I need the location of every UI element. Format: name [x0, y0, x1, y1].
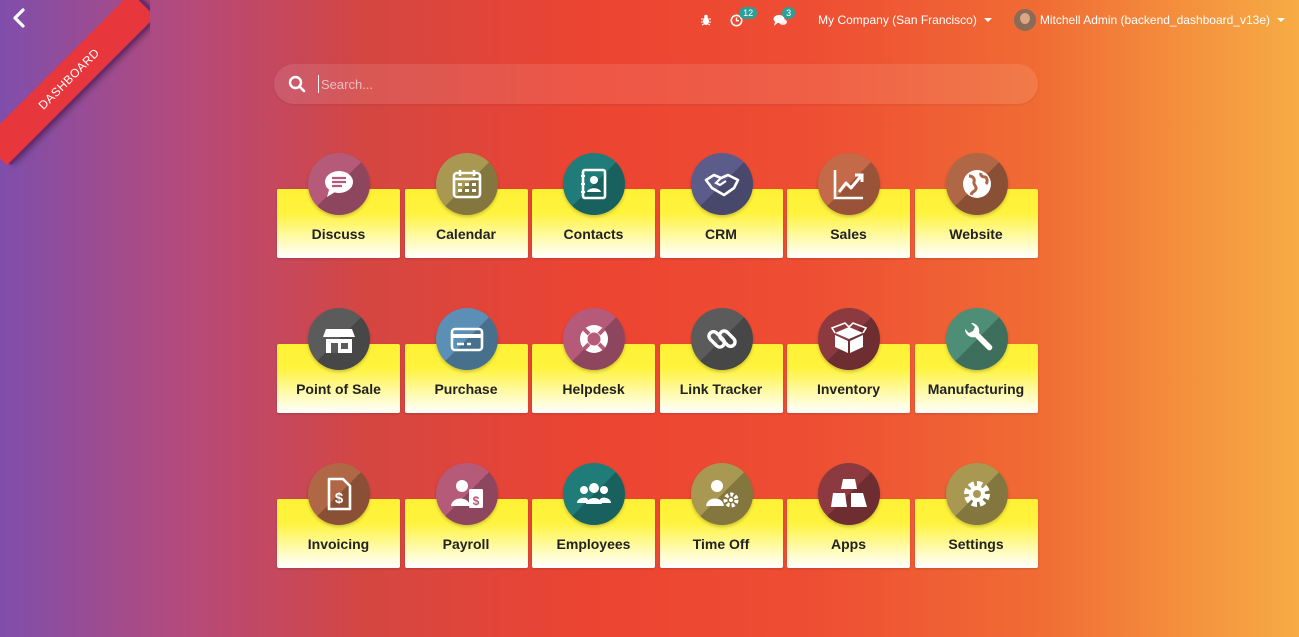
- app-tile-helpdesk[interactable]: Helpdesk: [532, 308, 655, 413]
- app-tile-payroll[interactable]: $ Payroll: [404, 463, 528, 568]
- app-label: Sales: [830, 226, 867, 242]
- search-input[interactable]: [318, 75, 1038, 93]
- search-bar: [274, 64, 1038, 104]
- store-icon: [308, 308, 370, 370]
- user-gear-icon: [690, 463, 753, 525]
- svg-text:$: $: [472, 494, 479, 508]
- messages-count-badge: 3: [782, 6, 796, 19]
- top-navbar: 12 3 My Company (San Francisco) Mitchell…: [682, 6, 1285, 32]
- app-tile-inventory[interactable]: Inventory: [787, 308, 910, 413]
- box-icon: [818, 308, 880, 370]
- app-tile-time-off[interactable]: Time Off: [659, 463, 783, 568]
- lifebuoy-icon: [563, 308, 625, 370]
- chart-line-icon: [818, 153, 880, 215]
- app-tile-website[interactable]: Website: [914, 153, 1038, 258]
- payroll-icon: $: [435, 463, 498, 525]
- app-label: Purchase: [434, 381, 498, 397]
- caret-down-icon: [983, 18, 992, 22]
- app-label: Invoicing: [307, 536, 370, 552]
- app-label: Manufacturing: [927, 381, 1025, 397]
- calendar-icon: [435, 153, 498, 215]
- app-label: CRM: [705, 226, 737, 242]
- app-tile-sales[interactable]: Sales: [787, 153, 910, 258]
- app-tile-apps[interactable]: Apps: [787, 463, 910, 568]
- app-label: Website: [949, 226, 1003, 242]
- messaging-menu[interactable]: 3: [773, 6, 796, 27]
- app-label: Discuss: [311, 226, 366, 242]
- chat-icon: [308, 153, 370, 215]
- app-label: Calendar: [436, 226, 496, 242]
- app-tile-crm[interactable]: CRM: [659, 153, 783, 258]
- app-tile-purchase[interactable]: Purchase: [404, 308, 528, 413]
- app-label: Time Off: [692, 536, 750, 552]
- back-arrow-icon[interactable]: [12, 8, 30, 30]
- apps-row: Discuss Calendar Contacts CRM Sales Website: [277, 153, 1039, 308]
- wrench-icon: [945, 308, 1008, 370]
- invoice-icon: $: [308, 463, 370, 525]
- company-switcher[interactable]: My Company (San Francisco): [818, 13, 992, 27]
- app-tile-discuss[interactable]: Discuss: [277, 153, 400, 258]
- avatar: [1013, 9, 1036, 31]
- activity-count-badge: 12: [739, 6, 758, 19]
- app-tile-manufacturing[interactable]: Manufacturing: [914, 308, 1038, 413]
- app-tile-link-tracker[interactable]: Link Tracker: [659, 308, 783, 413]
- app-label: Settings: [948, 536, 1004, 552]
- app-label: Inventory: [816, 381, 880, 397]
- caret-down-icon: [1277, 18, 1285, 22]
- app-tile-contacts[interactable]: Contacts: [532, 153, 655, 258]
- app-label: Apps: [831, 536, 866, 552]
- activity-menu[interactable]: 12: [730, 6, 758, 27]
- app-label: Employees: [556, 536, 631, 552]
- apps-row: Point of Sale Purchase Helpdesk Link Tracke…: [277, 308, 1039, 463]
- app-label: Contacts: [563, 226, 624, 242]
- handshake-icon: [690, 153, 753, 215]
- app-label: Link Tracker: [679, 381, 763, 397]
- app-tile-settings[interactable]: Settings: [914, 463, 1038, 568]
- svg-text:$: $: [335, 490, 344, 507]
- ribbon-label: DASHBOARD: [35, 45, 103, 113]
- apps-row: $ Invoicing $ Payroll Employees Time Off Apps S…: [277, 463, 1039, 618]
- globe-icon: [945, 153, 1008, 215]
- user-menu[interactable]: Mitchell Admin (backend_dashboard_v13e): [1013, 9, 1285, 31]
- users-icon: [563, 463, 625, 525]
- app-tile-calendar[interactable]: Calendar: [404, 153, 528, 258]
- app-tile-point-of-sale[interactable]: Point of Sale: [277, 308, 400, 413]
- user-name: Mitchell Admin (backend_dashboard_v13e): [1039, 13, 1270, 27]
- address-book-icon: [563, 153, 625, 215]
- app-label: Point of Sale: [296, 381, 381, 397]
- debug-bug-icon[interactable]: [700, 14, 712, 26]
- app-label: Helpdesk: [562, 381, 625, 397]
- app-label: Payroll: [442, 536, 490, 552]
- search-icon: [288, 75, 306, 93]
- credit-card-icon: [435, 308, 498, 370]
- apps-grid: Discuss Calendar Contacts CRM Sales Website Po…: [277, 153, 1039, 618]
- app-tile-employees[interactable]: Employees: [532, 463, 655, 568]
- app-tile-invoicing[interactable]: $ Invoicing: [277, 463, 400, 568]
- cubes-icon: [818, 463, 880, 525]
- link-icon: [690, 308, 753, 370]
- gear-icon: [945, 463, 1008, 525]
- company-name: My Company (San Francisco): [818, 13, 977, 27]
